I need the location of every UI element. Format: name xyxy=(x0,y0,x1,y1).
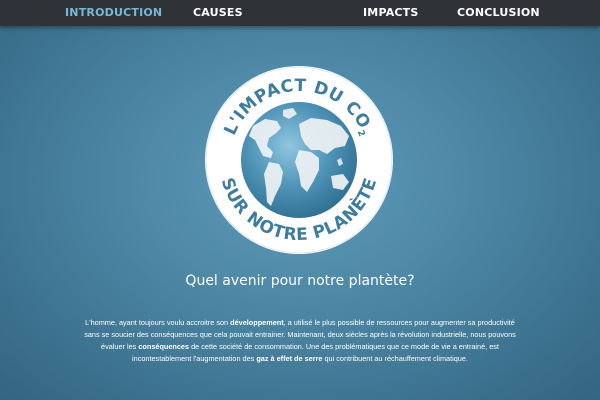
top-navigation-bar: INTRODUCTION CAUSES IMPACTS CONCLUSION xyxy=(0,0,600,26)
co2-impact-logo: L'IMPACT DU CO 2 SUR NOTRE PLANÈTE xyxy=(203,64,395,256)
nav-item-conclusion[interactable]: CONCLUSION xyxy=(457,6,540,20)
globe-icon xyxy=(241,102,357,218)
intro-paragraph: L'homme, ayant toujours voulu accroitre … xyxy=(80,317,520,365)
paragraph-text-4: qui contribuent au réchauffement climati… xyxy=(322,354,468,363)
page-question: Quel avenir pour notre plantète? xyxy=(185,273,415,289)
nav-item-causes[interactable]: CAUSES xyxy=(193,6,243,20)
paragraph-emphasis-2: conséquences xyxy=(138,342,190,351)
nav-item-impacts[interactable]: IMPACTS xyxy=(363,6,419,20)
nav-item-introduction[interactable]: INTRODUCTION xyxy=(65,6,162,20)
paragraph-emphasis-1: développement xyxy=(230,318,284,327)
paragraph-text-1: L'homme, ayant toujours voulu accroitre … xyxy=(85,318,231,327)
paragraph-emphasis-3: gaz à effet de serre xyxy=(256,354,323,363)
